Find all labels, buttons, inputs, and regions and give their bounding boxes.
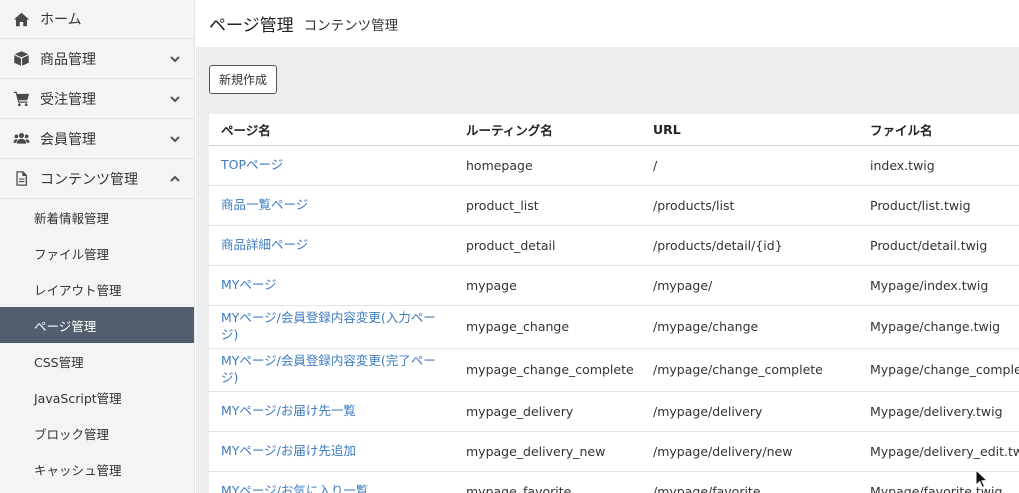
file-name-cell: Mypage/favorite.twig	[858, 471, 1019, 493]
page-name-link[interactable]: MYページ/お届け先追加	[221, 443, 356, 458]
column-header-route-name: ルーティング名	[454, 114, 641, 146]
sidebar-item-members[interactable]: 会員管理	[0, 119, 194, 159]
page-name-link[interactable]: MYページ/会員登録内容変更(入力ページ)	[221, 310, 436, 341]
sidebar-subitem-css[interactable]: CSS管理	[0, 343, 194, 379]
new-page-button[interactable]: 新規作成	[209, 65, 278, 94]
table-row: MYページ/お届け先一覧 mypage_delivery /mypage/del…	[209, 391, 1019, 432]
page-name-cell: MYページ/会員登録内容変更(入力ページ)	[209, 305, 454, 349]
page-header: ページ管理 コンテンツ管理	[196, 0, 1019, 47]
url-cell: /	[641, 145, 858, 186]
table-row: 商品詳細ページ product_detail /products/detail/…	[209, 225, 1019, 266]
url-cell: /mypage/change_complete	[641, 348, 858, 392]
sidebar-subitem-cache[interactable]: キャッシュ管理	[0, 451, 194, 487]
page-name-link[interactable]: MYページ/お気に入り一覧	[221, 483, 368, 493]
main-content: ページ管理 コンテンツ管理 新規作成 ページ名 ルーティング名 URL ファイル…	[196, 0, 1019, 493]
route-name-cell: mypage_delivery	[454, 391, 641, 432]
route-name-cell: product_list	[454, 185, 641, 226]
url-cell: /mypage/change	[641, 305, 858, 349]
file-name-cell: index.twig	[858, 145, 1019, 186]
route-name-cell: homepage	[454, 145, 641, 186]
table-row: MYページ/お気に入り一覧 mypage_favorite /mypage/fa…	[209, 471, 1019, 493]
page-name-link[interactable]: 商品一覧ページ	[221, 197, 308, 212]
sidebar-item-home[interactable]: ホーム	[0, 0, 194, 39]
sidebar: ホーム 商品管理 受注管理 会員管理 コンテンツ管理 新着情報管理 ファイル管理…	[0, 0, 195, 493]
table-header-row: ページ名 ルーティング名 URL ファイル名	[209, 114, 1019, 146]
page-list-card: ページ名 ルーティング名 URL ファイル名 TOPページ homepage /…	[209, 114, 1019, 493]
page-title: ページ管理	[209, 16, 294, 36]
file-name-cell: Product/detail.twig	[858, 225, 1019, 266]
sidebar-item-contents[interactable]: コンテンツ管理	[0, 159, 194, 199]
chevron-up-icon	[168, 172, 182, 186]
file-name-cell: Product/list.twig	[858, 185, 1019, 226]
sidebar-subitem-files[interactable]: ファイル管理	[0, 235, 194, 271]
sidebar-item-label: 会員管理	[40, 131, 96, 148]
chevron-down-icon	[168, 132, 182, 146]
page-name-link[interactable]: TOPページ	[221, 157, 283, 172]
page-name-cell: MYページ/お気に入り一覧	[209, 471, 454, 493]
chevron-down-icon	[168, 92, 182, 106]
contents-submenu: 新着情報管理 ファイル管理 レイアウト管理 ページ管理 CSS管理 JavaSc…	[0, 199, 194, 487]
route-name-cell: mypage	[454, 265, 641, 306]
sidebar-subitem-javascript[interactable]: JavaScript管理	[0, 379, 194, 415]
sidebar-item-label: 受注管理	[40, 91, 96, 108]
file-name-cell: Mypage/delivery_edit.twig	[858, 431, 1019, 472]
table-row: MYページ/会員登録内容変更(完了ページ) mypage_change_comp…	[209, 348, 1019, 392]
route-name-cell: mypage_delivery_new	[454, 431, 641, 472]
column-header-file-name: ファイル名	[858, 114, 1019, 146]
file-name-cell: Mypage/change_complete.twig	[858, 348, 1019, 392]
page-name-cell: MYページ/お届け先追加	[209, 431, 454, 472]
document-icon	[12, 170, 30, 188]
file-name-cell: Mypage/change.twig	[858, 305, 1019, 349]
page-name-cell: TOPページ	[209, 145, 454, 186]
url-cell: /mypage/	[641, 265, 858, 306]
url-cell: /mypage/delivery/new	[641, 431, 858, 472]
page-name-cell: 商品詳細ページ	[209, 225, 454, 266]
page-list-table: ページ名 ルーティング名 URL ファイル名 TOPページ homepage /…	[209, 114, 1019, 493]
page-name-cell: MYページ/会員登録内容変更(完了ページ)	[209, 348, 454, 392]
route-name-cell: mypage_favorite	[454, 471, 641, 493]
page-name-link[interactable]: MYページ/お届け先一覧	[221, 403, 356, 418]
sidebar-subitem-layout[interactable]: レイアウト管理	[0, 271, 194, 307]
sidebar-item-label: ホーム	[40, 12, 82, 28]
url-cell: /mypage/delivery	[641, 391, 858, 432]
table-row: MYページ/会員登録内容変更(入力ページ) mypage_change /myp…	[209, 305, 1019, 349]
box-icon	[12, 50, 30, 68]
sidebar-subitem-blocks[interactable]: ブロック管理	[0, 415, 194, 451]
column-header-url: URL	[641, 114, 858, 146]
page-name-link[interactable]: MYページ	[221, 277, 277, 292]
file-name-cell: Mypage/delivery.twig	[858, 391, 1019, 432]
table-row: 商品一覧ページ product_list /products/list Prod…	[209, 185, 1019, 226]
page-subtitle: コンテンツ管理	[303, 17, 399, 34]
sidebar-item-label: 商品管理	[40, 51, 96, 68]
url-cell: /products/list	[641, 185, 858, 226]
page-name-link[interactable]: 商品詳細ページ	[221, 237, 308, 252]
url-cell: /mypage/favorite	[641, 471, 858, 493]
table-row: MYページ mypage /mypage/ Mypage/index.twig	[209, 265, 1019, 306]
table-row: TOPページ homepage / index.twig	[209, 145, 1019, 186]
table-row: MYページ/お届け先追加 mypage_delivery_new /mypage…	[209, 431, 1019, 472]
sidebar-subitem-pages[interactable]: ページ管理	[0, 307, 194, 343]
page-name-cell: MYページ/お届け先一覧	[209, 391, 454, 432]
cart-icon	[12, 90, 30, 108]
sidebar-subitem-news[interactable]: 新着情報管理	[0, 199, 194, 235]
home-icon	[12, 10, 30, 28]
route-name-cell: mypage_change	[454, 305, 641, 349]
page-name-cell: MYページ	[209, 265, 454, 306]
route-name-cell: product_detail	[454, 225, 641, 266]
content-area: 新規作成 ページ名 ルーティング名 URL ファイル名 TOPページ homep…	[196, 47, 1019, 493]
file-name-cell: Mypage/index.twig	[858, 265, 1019, 306]
chevron-down-icon	[168, 52, 182, 66]
sidebar-item-orders[interactable]: 受注管理	[0, 79, 194, 119]
users-icon	[12, 130, 30, 148]
page-name-link[interactable]: MYページ/会員登録内容変更(完了ページ)	[221, 353, 436, 384]
url-cell: /products/detail/{id}	[641, 225, 858, 266]
page-name-cell: 商品一覧ページ	[209, 185, 454, 226]
sidebar-item-products[interactable]: 商品管理	[0, 39, 194, 79]
route-name-cell: mypage_change_complete	[454, 348, 641, 392]
sidebar-item-label: コンテンツ管理	[40, 171, 138, 188]
column-header-page-name: ページ名	[209, 114, 454, 146]
